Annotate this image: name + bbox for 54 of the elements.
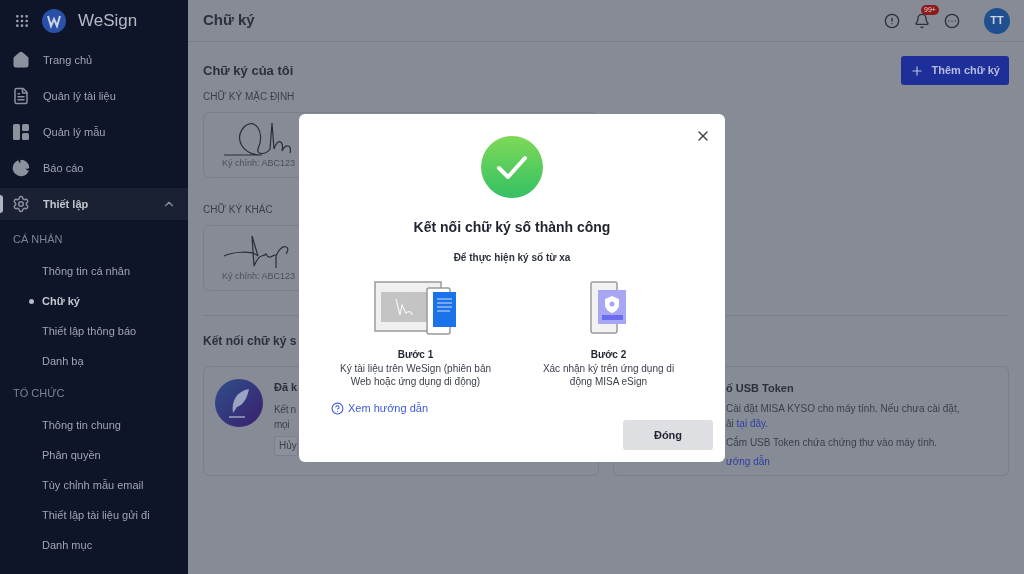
card-title: Đã k xyxy=(274,380,298,395)
help-link[interactable]: Xem hướng dẫn xyxy=(331,400,428,417)
nav-item[interactable]: Quản lý tài liệu xyxy=(0,80,188,112)
step-text: Cắm USB Token chứa chứng thư vào máy tính. xyxy=(726,435,939,450)
submenu-item[interactable]: Phân quyền xyxy=(0,440,188,470)
bell-icon[interactable] xyxy=(914,12,930,29)
submenu-item[interactable]: Danh bạ xyxy=(0,346,188,376)
dialog-title: Kết nối chữ ký số thành công xyxy=(413,218,611,237)
add-signature-button[interactable]: Thêm chữ ký xyxy=(900,56,1009,85)
card-text: mọi xyxy=(274,417,291,432)
step-description: Xác nhận ký trên ứng dụng di động MISA eSign xyxy=(541,362,676,388)
submenu-item[interactable]: Thiết lập thông báo xyxy=(0,316,188,346)
logo-icon xyxy=(42,9,66,33)
more-icon[interactable] xyxy=(944,12,960,29)
step-text: ải tại đây. xyxy=(726,416,770,431)
user-avatar[interactable]: TT xyxy=(984,7,1010,34)
nav-item[interactable]: Quản lý mẫu xyxy=(0,116,188,148)
dialog-subtitle: Để thực hiện ký số từ xa xyxy=(453,251,571,265)
submenu-item[interactable]: Thông tin chung xyxy=(0,410,188,440)
app-name: WeSign xyxy=(78,10,138,33)
signature-label: CHỮ KÝ KHÁC xyxy=(203,202,274,217)
phone-shield-drawing xyxy=(589,281,628,335)
step-title: Bước 2 xyxy=(590,348,627,362)
section-title: Chữ ký của tôi xyxy=(203,61,294,80)
step-title: Bước 1 xyxy=(397,348,434,362)
pie-chart-icon xyxy=(12,159,30,177)
submenu-item[interactable]: Chữ ký xyxy=(0,286,188,316)
card-title: ố USB Token xyxy=(726,381,795,396)
section-heading: TỔ CHỨC xyxy=(12,385,66,401)
nav-item[interactable]: Thiết lập xyxy=(0,188,188,220)
submenu-item[interactable]: Danh mục xyxy=(0,530,188,560)
close-button[interactable]: Đóng xyxy=(623,420,713,450)
nav-item[interactable]: Trang chủ xyxy=(0,44,188,76)
section-heading: Kết nối chữ ký s xyxy=(203,333,298,350)
card-text: Kết n xyxy=(274,402,297,417)
apps-grid-icon[interactable] xyxy=(14,13,30,29)
templates-icon xyxy=(12,123,30,141)
home-icon xyxy=(12,51,30,69)
feather-logo-icon xyxy=(215,379,263,427)
plus-icon xyxy=(909,63,924,78)
submenu-item[interactable]: Thiết lập tài liệu gửi đi xyxy=(0,500,188,530)
gear-icon xyxy=(12,195,30,213)
alert-icon[interactable] xyxy=(884,12,900,29)
nav-item[interactable]: Báo cáo xyxy=(0,152,188,184)
section-heading: CÁ NHÂN xyxy=(12,231,64,247)
submenu-item[interactable]: Tùy chỉnh mẫu email xyxy=(0,470,188,500)
signature-label: CHỮ KÝ MẶC ĐỊNH xyxy=(203,89,296,104)
submenu-item[interactable]: Thông tin cá nhân xyxy=(0,256,188,286)
step-description: Ký tài liệu trên WeSign (phiên bản Web hoặc ứng dụng di động) xyxy=(339,362,492,388)
page-title: Chữ ký xyxy=(203,10,256,31)
step-text: Cài đặt MISA KYSO cho máy tính. Nếu chưa cài đặt, xyxy=(726,401,961,416)
help-icon xyxy=(331,401,344,415)
document-icon xyxy=(12,87,30,105)
success-check-icon xyxy=(481,136,543,198)
